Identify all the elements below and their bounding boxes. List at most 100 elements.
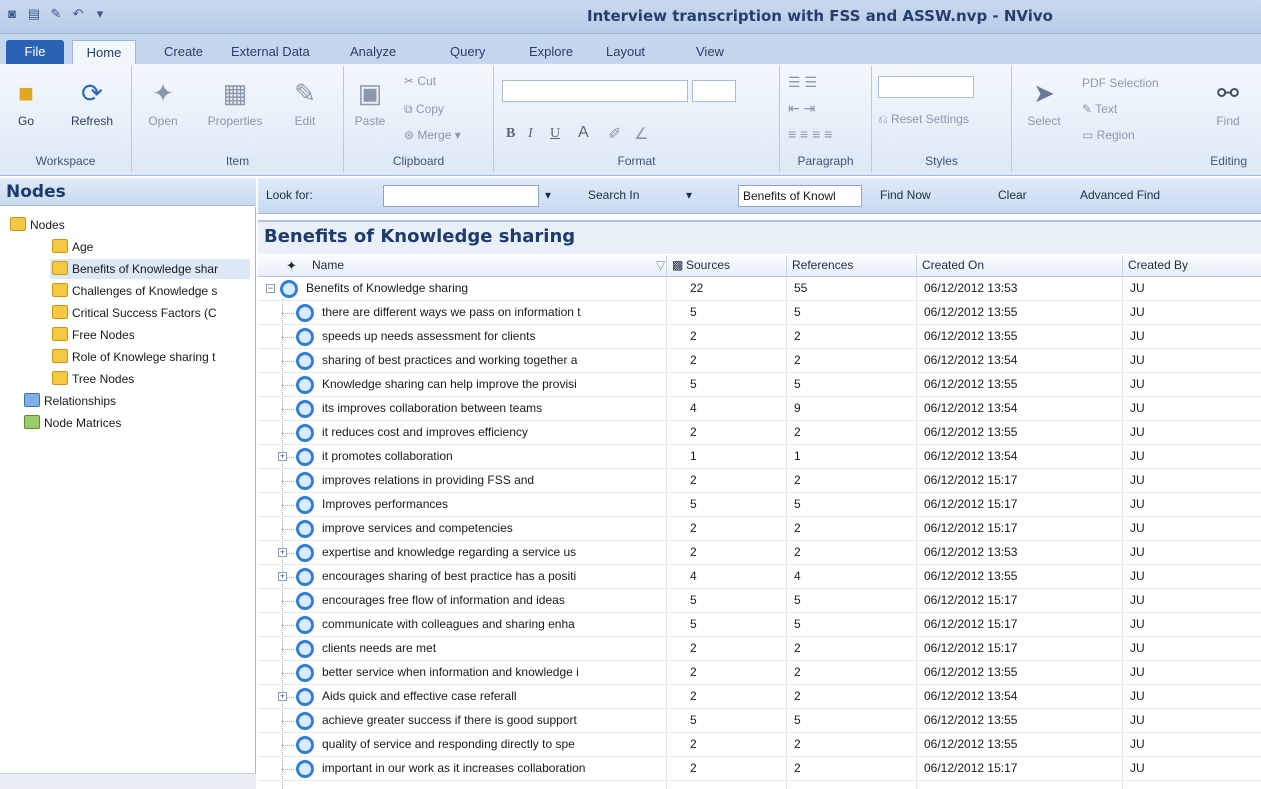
node-icon <box>296 352 314 370</box>
table-row[interactable]: important in our work as it increases co… <box>258 757 1261 781</box>
col-references[interactable]: References <box>792 258 853 272</box>
font-name-combo[interactable] <box>502 80 688 102</box>
table-row[interactable]: it reduces cost and improves efficiency 2… <box>258 421 1261 445</box>
nvivo-logo-icon[interactable]: ◙ <box>4 6 20 22</box>
bullet-list-icon[interactable]: ☰ ☰ <box>788 74 817 91</box>
look-for-input[interactable] <box>383 185 539 207</box>
table-row[interactable]: achieve greater success if there is good… <box>258 709 1261 733</box>
cell-name: important in our work as it increases co… <box>322 761 586 775</box>
copy-icon: ⧉ <box>404 102 416 116</box>
find-button[interactable]: ⚯ Find <box>1208 76 1248 128</box>
undo-icon[interactable]: ↶ <box>70 6 86 22</box>
table-row-parent[interactable]: − Benefits of Knowledge sharing 22 55 06… <box>258 277 1261 301</box>
cut-button[interactable]: ✂ Cut <box>404 74 436 88</box>
nav-horizontal-scrollbar[interactable] <box>0 773 256 789</box>
advanced-find-button[interactable]: Advanced Find <box>1080 188 1160 202</box>
search-in-button[interactable]: Search In <box>588 188 639 202</box>
region-button[interactable]: ▭ Region <box>1082 128 1135 142</box>
clear-button[interactable]: Clear <box>998 188 1027 202</box>
reset-settings-button[interactable]: ⎌ Reset Settings <box>878 112 969 127</box>
cell-name: speeds up needs assessment for clients <box>322 329 536 343</box>
copy-button[interactable]: ⧉ Copy <box>404 102 444 117</box>
tab-home[interactable]: Home <box>72 40 136 64</box>
col-name[interactable]: Name <box>312 258 344 272</box>
clear-format-icon[interactable]: ∠ <box>634 124 648 144</box>
tab-analyze[interactable]: Analyze <box>344 40 402 64</box>
tree-item-challenges[interactable]: Challenges of Knowledge s <box>50 281 250 301</box>
italic-button[interactable]: I <box>528 126 533 142</box>
look-for-dropdown-icon[interactable]: ▾ <box>545 188 551 202</box>
expand-icon[interactable]: + <box>278 548 287 557</box>
expand-icon[interactable]: + <box>278 692 287 701</box>
text-button[interactable]: ✎ Text <box>1082 102 1117 116</box>
tree-item-free-nodes[interactable]: Free Nodes <box>50 325 250 345</box>
pen-icon[interactable]: ✎ <box>48 6 64 22</box>
table-row[interactable]: improves relations in providing FSS and 2… <box>258 469 1261 493</box>
table-row[interactable]: speeds up needs assessment for clients 2 2… <box>258 325 1261 349</box>
table-row[interactable]: + expertise and knowledge regarding a ser… <box>258 541 1261 565</box>
table-row[interactable]: improve services and competencies 2 2 06/12… <box>258 517 1261 541</box>
col-created-on[interactable]: Created On <box>922 258 984 272</box>
underline-button[interactable]: U <box>550 126 560 142</box>
table-row[interactable]: + encourages sharing of best practice has… <box>258 565 1261 589</box>
highlight-icon[interactable]: ✐ <box>608 124 621 144</box>
expand-icon[interactable]: + <box>278 572 287 581</box>
customize-qat-icon[interactable]: ▾ <box>92 6 108 22</box>
open-button[interactable]: ✦ Open <box>138 76 188 128</box>
search-in-field[interactable]: Benefits of Knowl <box>738 185 862 207</box>
table-row[interactable]: its improves collaboration between teams… <box>258 397 1261 421</box>
find-now-button[interactable]: Find Now <box>880 188 931 202</box>
align-icon[interactable]: ≡ ≡ ≡ ≡ <box>788 126 832 142</box>
go-button[interactable]: ■ Go <box>6 76 46 128</box>
tab-create[interactable]: Create <box>158 40 209 64</box>
col-created-by[interactable]: Created By <box>1128 258 1188 272</box>
pdf-selection-button[interactable]: PDF Selection <box>1082 76 1159 90</box>
tab-view[interactable]: View <box>690 40 730 64</box>
expand-icon[interactable]: + <box>278 452 287 461</box>
paste-button[interactable]: ▣ Paste <box>348 76 392 128</box>
save-icon[interactable]: ▤ <box>26 6 42 22</box>
table-row[interactable]: + it promotes collaboration 1 1 06/12/2012 1… <box>258 445 1261 469</box>
edit-button[interactable]: ✎ Edit <box>280 76 330 128</box>
tab-external-data[interactable]: External Data <box>225 40 316 64</box>
node-icon <box>296 304 314 322</box>
refresh-button[interactable]: ⟳ Refresh <box>62 76 122 128</box>
properties-button[interactable]: ▦ Properties <box>198 76 272 128</box>
tree-item-critical-success[interactable]: Critical Success Factors (C <box>50 303 250 323</box>
tree-item-benefits[interactable]: Benefits of Knowledge shar <box>50 259 250 279</box>
table-row[interactable]: Improves performances 5 5 06/12/2012 15:17 J… <box>258 493 1261 517</box>
tab-explore[interactable]: Explore <box>523 40 579 64</box>
tab-query[interactable]: Query <box>444 40 491 64</box>
merge-button[interactable]: ⊛ Merge ▾ <box>404 128 461 142</box>
table-row[interactable]: there are different ways we pass on info… <box>258 301 1261 325</box>
filter-icon[interactable]: ▽ <box>656 258 665 272</box>
tree-item-tree-nodes[interactable]: Tree Nodes <box>50 369 250 389</box>
tab-file[interactable]: File <box>6 40 64 64</box>
table-row[interactable]: better service when information and know… <box>258 661 1261 685</box>
table-row[interactable]: + Aids quick and effective case referall 2… <box>258 685 1261 709</box>
indent-icon[interactable]: ⇤ ⇥ <box>788 100 815 117</box>
font-color-button[interactable]: A <box>578 124 589 142</box>
search-in-dropdown-icon[interactable]: ▾ <box>686 188 692 202</box>
node-icon <box>296 712 314 730</box>
table-row[interactable]: encourages free flow of information and … <box>258 589 1261 613</box>
tree-item-role[interactable]: Role of Knowlege sharing t <box>50 347 250 367</box>
table-row[interactable]: quality of service and responding direct… <box>258 733 1261 757</box>
table-row[interactable]: clients needs are met 2 2 06/12/2012 15:17 J… <box>258 637 1261 661</box>
style-combo[interactable] <box>878 76 974 98</box>
table-row[interactable]: Knowledge sharing can help improve the p… <box>258 373 1261 397</box>
bold-button[interactable]: B <box>506 126 515 142</box>
select-button[interactable]: ➤ Select <box>1018 76 1070 128</box>
cell-created-by: JU <box>1130 641 1145 655</box>
tree-item-node-matrices[interactable]: Node Matrices <box>22 413 242 433</box>
font-size-combo[interactable] <box>692 80 736 102</box>
col-sources[interactable]: Sources <box>686 258 730 272</box>
tree-item-relationships[interactable]: Relationships <box>22 391 242 411</box>
tree-item-nodes[interactable]: Nodes <box>8 215 248 235</box>
cell-references: 5 <box>794 713 801 727</box>
collapse-icon[interactable]: − <box>266 284 275 293</box>
tab-layout[interactable]: Layout <box>600 40 651 64</box>
tree-item-age[interactable]: Age <box>50 237 250 257</box>
table-row[interactable]: sharing of best practices and working to… <box>258 349 1261 373</box>
table-row[interactable]: communicate with colleagues and sharing … <box>258 613 1261 637</box>
